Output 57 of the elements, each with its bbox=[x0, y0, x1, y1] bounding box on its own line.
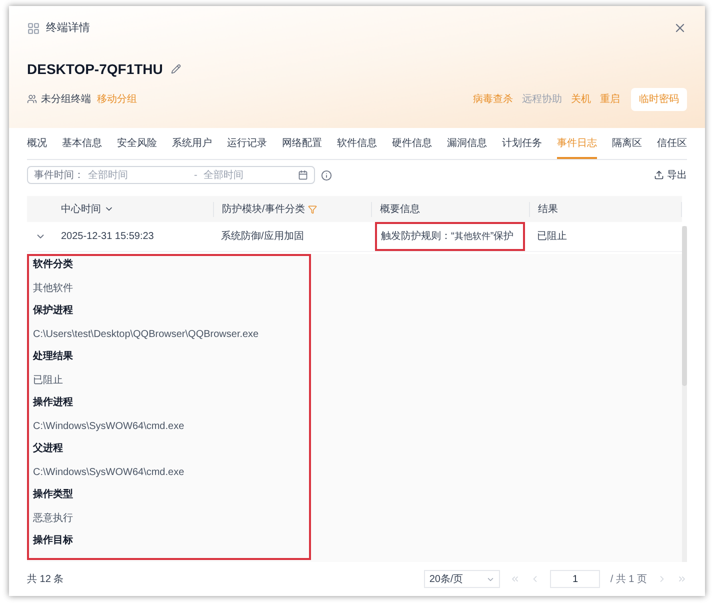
table-cell: 2025-12-31 15:59:23 bbox=[61, 231, 154, 242]
detail-label: 软件分类 bbox=[33, 259, 74, 271]
tab[interactable]: 基本信息 bbox=[62, 130, 102, 159]
tab[interactable]: 软件信息 bbox=[337, 130, 377, 159]
detail-value: 已阻止 bbox=[33, 375, 64, 387]
table-cell: 触发防护规则：“其他软件”保护 bbox=[381, 231, 514, 242]
detail-label: 父进程 bbox=[33, 443, 64, 455]
tab[interactable]: 漏洞信息 bbox=[447, 130, 487, 159]
scrollbar[interactable] bbox=[682, 226, 687, 562]
detail-value: 其他软件 bbox=[33, 283, 74, 295]
column-header[interactable]: 中心时间 bbox=[61, 202, 101, 216]
detail-value: 恶意执行 bbox=[33, 513, 74, 525]
tab[interactable]: 隔离区 bbox=[612, 130, 642, 159]
table-cell: 已阻止 bbox=[537, 231, 567, 242]
detail-value: C:\Users\test\Desktop\QQBrowser\QQBrowser.exe bbox=[33, 329, 260, 341]
filter-icon[interactable] bbox=[308, 204, 317, 214]
scrollbar-thumb[interactable] bbox=[682, 226, 687, 386]
page-input[interactable]: 1 bbox=[550, 570, 600, 588]
export-button[interactable]: 导出 bbox=[654, 168, 687, 182]
tab[interactable]: 运行记录 bbox=[227, 130, 267, 159]
detail-label: 操作目标 bbox=[33, 535, 74, 547]
end-date-placeholder: 全部时间 bbox=[203, 168, 244, 182]
detail-label: 操作进程 bbox=[33, 397, 74, 409]
dialog-title: 终端详情 bbox=[46, 21, 90, 36]
last-page-icon[interactable] bbox=[677, 574, 687, 584]
column-header: 结果 bbox=[538, 204, 558, 214]
tab[interactable]: 硬件信息 bbox=[392, 130, 432, 159]
column-header: 防护模块/事件分类 bbox=[222, 202, 305, 216]
group-label: 未分组终端 bbox=[41, 92, 91, 106]
detail-value: C:\Windows\SysWOW64\cmd.exe bbox=[33, 467, 186, 479]
tab[interactable]: 信任区 bbox=[657, 130, 687, 159]
detail-label: 操作类型 bbox=[33, 489, 74, 501]
table-cell: 系统防御/应用加固 bbox=[221, 231, 304, 242]
start-date-placeholder: 全部时间 bbox=[88, 168, 129, 182]
detail-label: 处理结果 bbox=[33, 351, 74, 363]
column-header: 概要信息 bbox=[380, 204, 420, 214]
total-count: 共 12 条 bbox=[27, 572, 64, 586]
date-range-field[interactable]: 事件时间： 全部时间 - 全部时间 bbox=[27, 166, 315, 184]
page-size-select[interactable]: 20条/页 bbox=[424, 570, 500, 588]
group-icon bbox=[27, 94, 37, 104]
calendar-icon bbox=[298, 170, 308, 180]
tab[interactable]: 安全风险 bbox=[117, 130, 157, 159]
tab[interactable]: 网络配置 bbox=[282, 130, 322, 159]
info-icon[interactable] bbox=[321, 170, 332, 180]
field-label: 事件时间： bbox=[34, 168, 84, 182]
tab[interactable]: 计划任务 bbox=[502, 130, 542, 159]
export-icon bbox=[654, 170, 664, 180]
host-name: DESKTOP-7QF1THU bbox=[27, 60, 163, 79]
edit-icon[interactable] bbox=[170, 64, 181, 74]
detail-label: 保护进程 bbox=[33, 305, 74, 317]
tab[interactable]: 系统用户 bbox=[172, 130, 212, 159]
first-page-icon[interactable] bbox=[510, 574, 520, 584]
page-total: / 共 1 页 bbox=[610, 572, 647, 586]
detail-value: C:\Windows\SysWOW64\cmd.exe bbox=[33, 421, 186, 433]
range-separator: - bbox=[194, 168, 198, 182]
tab[interactable]: 概况 bbox=[27, 130, 47, 159]
grid-icon bbox=[27, 22, 40, 35]
